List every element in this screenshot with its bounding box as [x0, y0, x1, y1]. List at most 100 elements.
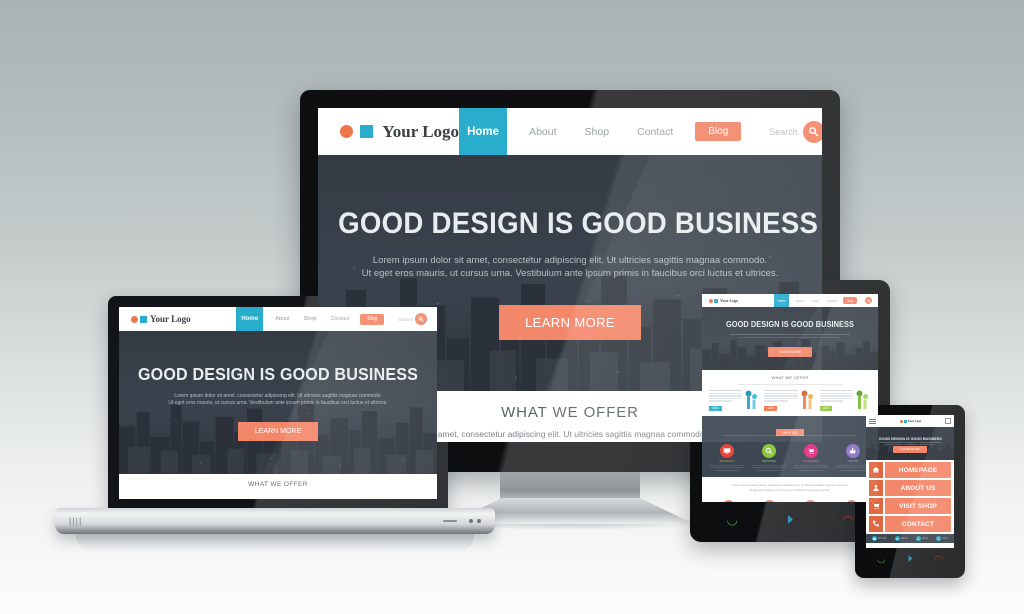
- hero-learn-more-button[interactable]: LEARN MORE: [767, 346, 813, 357]
- why-us-section: WHY US WEB DESIGN MARKETING ECOMMERCE SU…: [702, 415, 878, 477]
- footer-icon[interactable]: [764, 500, 775, 502]
- chat-icon: ●: [915, 536, 921, 541]
- phone-icon: ☎: [872, 536, 878, 541]
- call-answer-icon[interactable]: ◡: [877, 555, 886, 565]
- mobile-social-item[interactable]: ℹ INFO: [936, 536, 948, 541]
- search-control[interactable]: Search: [769, 120, 822, 143]
- nav-item-contact[interactable]: Contact: [637, 126, 673, 138]
- mobile-menu-item-visit-shop[interactable]: VISIT SHOP: [869, 498, 951, 514]
- feature-badge: 100%: [819, 405, 833, 411]
- feature-card[interactable]: 100%: [764, 390, 815, 411]
- smartphone-device: Your Logo GOOD DESIGN IS GOOD BUSINESS L…: [855, 405, 965, 578]
- monitor-icon: [720, 443, 734, 458]
- mobile-social-item[interactable]: ☎ PHONE: [872, 536, 887, 541]
- laptop-brand-logo[interactable]: Your Logo: [131, 314, 191, 324]
- mobile-social-item[interactable]: ● CHAT: [915, 536, 928, 541]
- footer-icon[interactable]: [723, 500, 734, 502]
- why-us-label: WEB DESIGN: [719, 459, 735, 463]
- brand-name: Your Logo: [382, 121, 460, 141]
- nav-item-home[interactable]: Home: [774, 294, 790, 307]
- why-us-item[interactable]: WEB DESIGN: [710, 443, 744, 471]
- laptop-base: ||||: [55, 508, 495, 534]
- offer-rule: [738, 384, 842, 385]
- nav-item-contact[interactable]: Contact: [827, 299, 837, 303]
- why-us-item[interactable]: ECOMMERCE: [794, 443, 828, 471]
- why-us-label: ECOMMERCE: [803, 459, 819, 463]
- laptop-offer-section: WHAT WE OFFER: [119, 474, 437, 488]
- why-us-item[interactable]: MARKETING: [752, 443, 786, 471]
- tablet-brand-logo[interactable]: Your Logo: [709, 298, 738, 303]
- mobile-menu-item-contact[interactable]: CONTACT: [869, 516, 951, 532]
- mobile-social-label: PHONE: [878, 537, 887, 540]
- call-answer-icon[interactable]: ◡: [726, 513, 737, 526]
- feature-badge: 100%: [709, 405, 722, 411]
- hamburger-icon[interactable]: [869, 418, 876, 424]
- laptop-vents: ||||: [69, 516, 83, 526]
- search-icon[interactable]: [865, 297, 872, 304]
- call-end-icon[interactable]: ◠: [934, 555, 943, 565]
- footer-icon[interactable]: [805, 500, 816, 502]
- device-mockup-scene: Your Logo Home About Shop Contact Blog S…: [0, 0, 1024, 614]
- tablet-hero-section: GOOD DESIGN IS GOOD BUSINESS LEARN MORE: [702, 307, 878, 370]
- nav-item-blog[interactable]: Blog: [360, 313, 385, 325]
- feature-text-lines: 100%: [819, 390, 853, 411]
- mobile-website: Your Logo GOOD DESIGN IS GOOD BUSINESS L…: [866, 415, 954, 548]
- hero-learn-more-button[interactable]: LEARN MORE: [499, 304, 641, 340]
- mobile-social-label: INFO: [942, 537, 948, 540]
- share-icon[interactable]: [945, 418, 951, 424]
- mobile-menu: HOMEPAGE ABOUT US VISIT SHOP CONTACT: [866, 460, 954, 534]
- nav-item-blog[interactable]: Blog: [843, 297, 857, 304]
- laptop-reflection: [75, 532, 475, 554]
- search-icon[interactable]: [415, 313, 427, 325]
- nav-item-shop[interactable]: Shop: [812, 299, 819, 303]
- feature-cards-row: 100% 100% 100%: [706, 390, 874, 411]
- info-icon: ℹ: [936, 536, 942, 541]
- offer-heading: WHAT WE OFFER: [248, 481, 308, 488]
- hero-learn-more-button[interactable]: LEARN MORE: [237, 422, 319, 441]
- thumbs-up-icon: [846, 443, 860, 458]
- tablet-hardware-buttons: ◡ ⏵ ◠: [702, 508, 878, 530]
- mobile-social-item[interactable]: ✉ EMAIL: [894, 536, 908, 541]
- logo-square-icon: [903, 419, 907, 423]
- search-label: Search: [398, 316, 413, 322]
- hero-paragraph-line-2: Ut eget eros mauris, ut cursus urna. Ves…: [361, 267, 779, 279]
- laptop-website: Your Logo Home About Shop Contact Blog S…: [119, 307, 437, 499]
- mobile-menu-label: CONTACT: [885, 516, 951, 532]
- nav-item-home[interactable]: Home: [236, 307, 264, 331]
- mobile-menu-item-about-us[interactable]: ABOUT US: [869, 480, 951, 496]
- footer-icon[interactable]: [846, 500, 857, 502]
- mobile-menu-item-homepage[interactable]: HOMEPAGE: [869, 462, 951, 478]
- feature-card[interactable]: 100%: [709, 390, 760, 411]
- nav-item-about[interactable]: About: [529, 126, 556, 138]
- feature-text-lines: 100%: [709, 390, 743, 411]
- feature-badge: 100%: [764, 405, 777, 411]
- brand-logo[interactable]: Your Logo: [340, 122, 459, 142]
- hero-heading: GOOD DESIGN IS GOOD BUSINESS: [725, 319, 855, 329]
- home-icon[interactable]: ⏵: [787, 513, 794, 526]
- nav-item-shop[interactable]: Shop: [585, 126, 610, 138]
- mobile-hero-heading: GOOD DESIGN IS GOOD BUSINESS: [878, 435, 942, 441]
- nav-item-shop[interactable]: Shop: [304, 316, 317, 322]
- search-control[interactable]: Search: [398, 313, 427, 325]
- mobile-learn-more-button[interactable]: LEARN MORE: [893, 445, 927, 453]
- feature-chart-icon: [801, 390, 813, 409]
- mobile-menu-label: ABOUT US: [885, 480, 951, 496]
- call-end-icon[interactable]: ◠: [842, 513, 853, 526]
- brand-name: Your Logo: [150, 314, 191, 324]
- phone-hardware-buttons: ◡ ⏵ ◠: [866, 552, 954, 568]
- hero-heading: GOOD DESIGN IS GOOD BUSINESS: [137, 364, 419, 384]
- nav-item-home[interactable]: Home: [459, 108, 508, 155]
- home-icon[interactable]: ⏵: [908, 555, 913, 565]
- search-icon[interactable]: [802, 120, 822, 143]
- laptop-hero-content: GOOD DESIGN IS GOOD BUSINESS Lorem ipsum…: [119, 364, 437, 441]
- mobile-brand-logo[interactable]: Your Logo: [899, 419, 921, 423]
- nav-item-contact[interactable]: Contact: [330, 316, 349, 322]
- nav-item-about[interactable]: About: [796, 299, 804, 303]
- logo-square-icon: [140, 315, 147, 323]
- why-us-connector: [724, 434, 856, 436]
- quote-line-1: "Lorem ipsum dolor sit amet, consectetur…: [731, 482, 849, 487]
- nav-item-about[interactable]: About: [275, 316, 289, 322]
- why-us-item[interactable]: SUPPORT: [836, 443, 870, 471]
- feature-card[interactable]: 100%: [819, 390, 871, 411]
- nav-item-blog[interactable]: Blog: [695, 122, 742, 141]
